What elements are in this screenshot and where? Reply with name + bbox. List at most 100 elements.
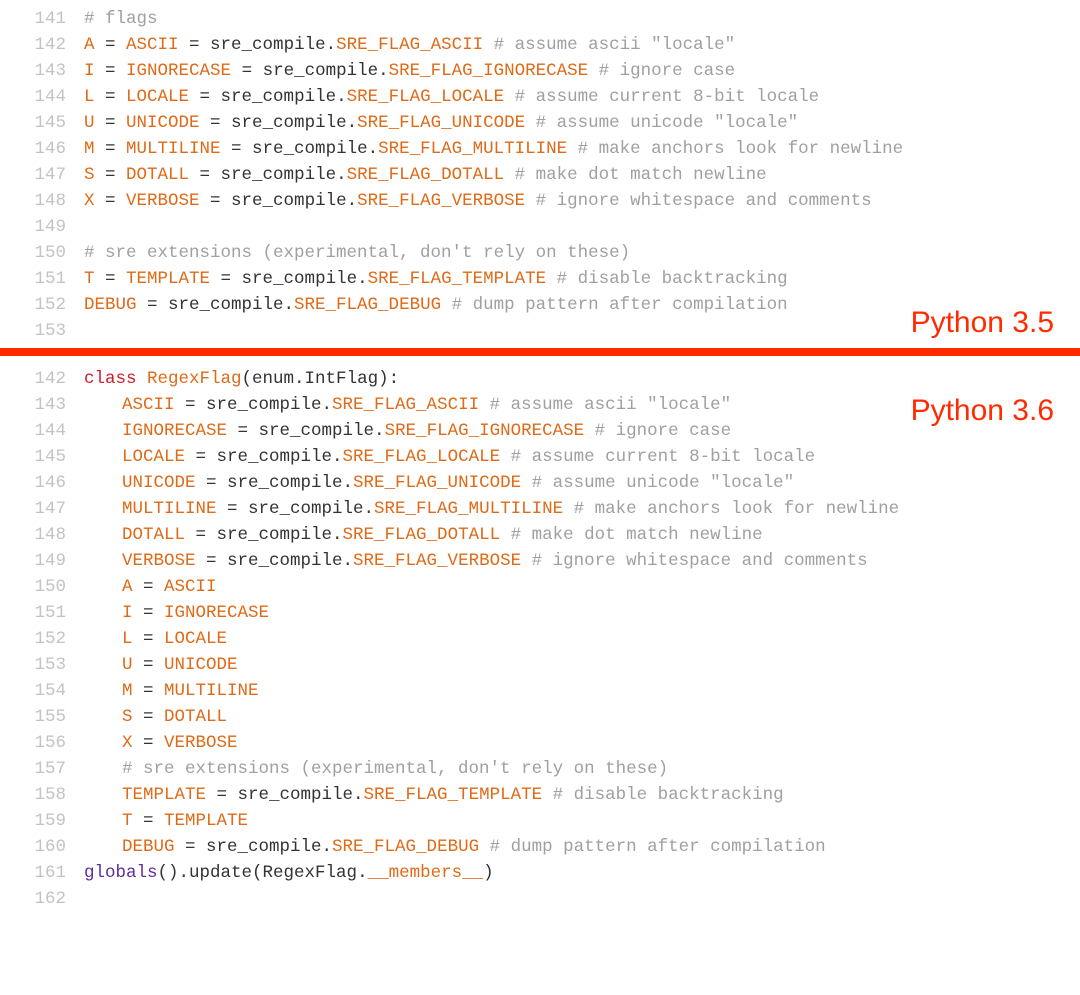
code-content (84, 214, 1070, 240)
token: RegexFlag (263, 863, 358, 883)
token: UNICODE (126, 113, 200, 133)
token: UNICODE (164, 655, 238, 675)
token: SRE_FLAG_VERBOSE (353, 551, 521, 571)
code-content: LOCALE = sre_compile.SRE_FLAG_LOCALE # a… (84, 444, 1070, 470)
token: ASCII (164, 577, 217, 597)
code-line: 154M = MULTILINE (18, 678, 1070, 704)
code-line: 155S = DOTALL (18, 704, 1070, 730)
code-block-python36: Python 3.6 142class RegexFlag(enum.IntFl… (0, 356, 1080, 922)
token: MULTILINE (164, 681, 259, 701)
token: TEMPLATE (126, 269, 210, 289)
token (588, 61, 599, 81)
token: X (84, 191, 95, 211)
code-line: 148DOTALL = sre_compile.SRE_FLAG_DOTALL … (18, 522, 1070, 548)
line-number: 162 (18, 886, 84, 912)
token: # ignore whitespace and comments (532, 551, 868, 571)
code-content: L = LOCALE = sre_compile.SRE_FLAG_LOCALE… (84, 84, 1070, 110)
token: = sre_compile. (227, 421, 385, 441)
code-content: TEMPLATE = sre_compile.SRE_FLAG_TEMPLATE… (84, 782, 1070, 808)
token: LOCALE (126, 87, 189, 107)
token (500, 447, 511, 467)
token: __members__ (368, 863, 484, 883)
token: = (133, 811, 165, 831)
code-content: L = LOCALE (84, 626, 1070, 652)
token: T (122, 811, 133, 831)
token: = sre_compile. (175, 395, 333, 415)
token: SRE_FLAG_IGNORECASE (385, 421, 585, 441)
token: SRE_FLAG_UNICODE (357, 113, 525, 133)
token (479, 837, 490, 857)
code-line: 148X = VERBOSE = sre_compile.SRE_FLAG_VE… (18, 188, 1070, 214)
token: ASCII (126, 35, 179, 55)
line-number: 148 (18, 188, 84, 214)
line-number: 143 (18, 58, 84, 84)
line-number: 157 (18, 756, 84, 782)
code-line: 157# sre extensions (experimental, don't… (18, 756, 1070, 782)
token (504, 165, 515, 185)
token: class (84, 369, 137, 389)
token: = (95, 61, 127, 81)
token: DEBUG (84, 295, 137, 315)
line-number: 143 (18, 392, 84, 418)
token: = (95, 165, 127, 185)
token: # make dot match newline (515, 165, 767, 185)
line-number: 159 (18, 808, 84, 834)
token: IGNORECASE (126, 61, 231, 81)
code-content: A = ASCII (84, 574, 1070, 600)
token (479, 395, 490, 415)
token: A (122, 577, 133, 597)
token: LOCALE (164, 629, 227, 649)
token: = sre_compile. (200, 191, 358, 211)
token: ) (483, 863, 494, 883)
token: = sre_compile. (137, 295, 295, 315)
token (567, 139, 578, 159)
token: # make anchors look for newline (574, 499, 900, 519)
token: # assume current 8-bit locale (511, 447, 816, 467)
token: = sre_compile. (189, 165, 347, 185)
line-number: 148 (18, 522, 84, 548)
token: TEMPLATE (122, 785, 206, 805)
token: # sre extensions (experimental, don't re… (84, 243, 630, 263)
token: # dump pattern after compilation (452, 295, 788, 315)
token: = (95, 191, 127, 211)
token (525, 191, 536, 211)
token: UNICODE (122, 473, 196, 493)
code-block-python35: Python 3.5 141# flags142A = ASCII = sre_… (0, 0, 1080, 348)
code-content: # sre extensions (experimental, don't re… (84, 756, 1070, 782)
token: X (122, 733, 133, 753)
code-line: 143I = IGNORECASE = sre_compile.SRE_FLAG… (18, 58, 1070, 84)
token: = sre_compile. (175, 837, 333, 857)
code-line: 146UNICODE = sre_compile.SRE_FLAG_UNICOD… (18, 470, 1070, 496)
token: SRE_FLAG_DEBUG (294, 295, 441, 315)
code-line: 145U = UNICODE = sre_compile.SRE_FLAG_UN… (18, 110, 1070, 136)
code-content: MULTILINE = sre_compile.SRE_FLAG_MULTILI… (84, 496, 1070, 522)
code-line: 152L = LOCALE (18, 626, 1070, 652)
code-line: 141# flags (18, 6, 1070, 32)
token: M (84, 139, 95, 159)
code-line: 149 (18, 214, 1070, 240)
token: # make anchors look for newline (578, 139, 904, 159)
line-number: 149 (18, 214, 84, 240)
code-line: 161globals().update(RegexFlag.__members_… (18, 860, 1070, 886)
token: . (357, 863, 368, 883)
code-content: # flags (84, 6, 1070, 32)
code-line: 150# sre extensions (experimental, don't… (18, 240, 1070, 266)
token: SRE_FLAG_DEBUG (332, 837, 479, 857)
line-number: 154 (18, 678, 84, 704)
token: TEMPLATE (164, 811, 248, 831)
token: = sre_compile. (231, 61, 389, 81)
code-line: 147MULTILINE = sre_compile.SRE_FLAG_MULT… (18, 496, 1070, 522)
token: VERBOSE (126, 191, 200, 211)
token: globals (84, 863, 158, 883)
code-line: 162 (18, 886, 1070, 912)
code-line: 159 T = TEMPLATE (18, 808, 1070, 834)
token: SRE_FLAG_LOCALE (343, 447, 501, 467)
token: SRE_FLAG_MULTILINE (378, 139, 567, 159)
token: # make dot match newline (511, 525, 763, 545)
token (584, 421, 595, 441)
code-line: 146M = MULTILINE = sre_compile.SRE_FLAG_… (18, 136, 1070, 162)
token: # ignore case (599, 61, 736, 81)
token: SRE_FLAG_ASCII (332, 395, 479, 415)
token: SRE_FLAG_DOTALL (347, 165, 505, 185)
line-number: 146 (18, 470, 84, 496)
